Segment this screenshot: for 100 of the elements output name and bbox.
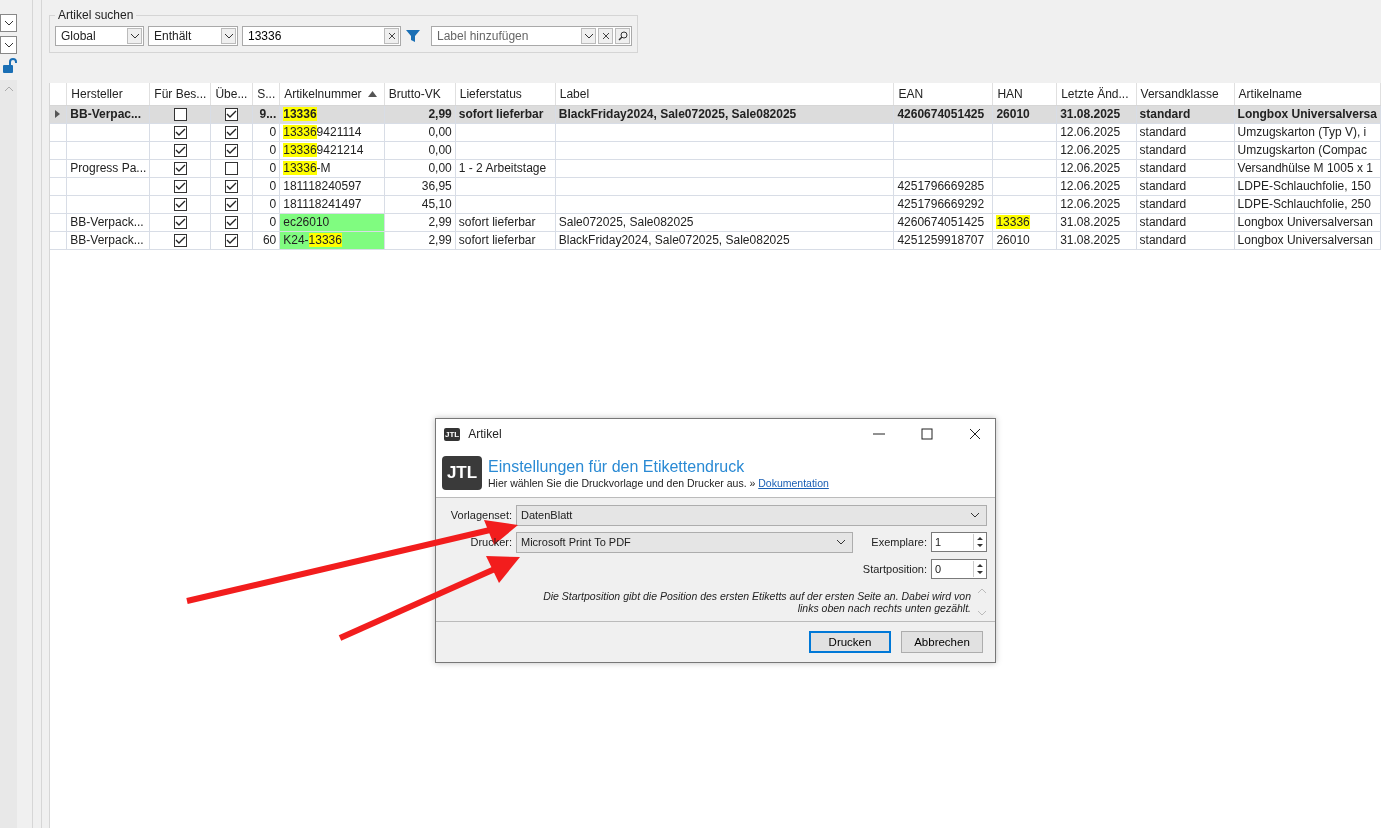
checkbox[interactable] [225, 108, 239, 122]
table-cell: sofort lieferbar [458, 107, 544, 121]
checkbox[interactable] [173, 216, 187, 230]
filter-icon[interactable] [405, 28, 421, 44]
checkbox[interactable] [225, 234, 239, 248]
column-header[interactable]: Brutto-VK [384, 83, 456, 106]
copies-spinbox[interactable]: 1 [931, 532, 987, 552]
table-cell: 1 - 2 Arbeitstage [458, 161, 547, 175]
table-cell: Longbox Universalversa [1237, 107, 1377, 121]
table-row[interactable]: BB-Verpac... 9... 13336 2,99 sofort lieferbar BlackFriday2024, Sale072025, Sale082025 4260674051425 26010 31.08.2025 standard Longbox Universalversa [50, 105, 1381, 124]
label-combo[interactable]: Label hinzufügen [431, 26, 632, 46]
table-cell: standard [1139, 179, 1187, 193]
chevron-down-icon [129, 33, 140, 39]
table-cell: 0 [269, 179, 277, 193]
column-header[interactable]: Übe... [210, 83, 253, 106]
column-header[interactable]: S... [252, 83, 280, 106]
table-cell: BB-Verpack... [70, 215, 144, 229]
table-cell: Versandhülse M 1005 x 1 [1237, 161, 1373, 175]
checkbox[interactable] [173, 126, 187, 140]
template-set-dropdown[interactable]: DatenBlatt [516, 504, 987, 526]
table-cell: standard [1139, 125, 1187, 139]
checkbox[interactable] [173, 162, 187, 176]
checkbox[interactable] [173, 234, 187, 248]
group-title: Artikel suchen [57, 8, 135, 22]
table-cell: 12.06.2025 [1060, 179, 1121, 193]
dialog-heading: Einstellungen für den Etikettendruck [488, 457, 746, 476]
table-row[interactable]: Progress Pa... 0 13336-M 0,00 1 - 2 Arbeitstage 12.06.2025 standard Versandhülse M 1005 x 1 [50, 159, 1381, 178]
table-row[interactable]: 0 181118241497 45,10 4251796669292 12.06.2025 standard LDPE-Schlauchfolie, 250 [50, 195, 1381, 214]
checkbox[interactable] [225, 162, 239, 176]
table-cell: 12.06.2025 [1060, 197, 1121, 211]
search-combo[interactable]: 13336 [242, 26, 401, 46]
field-label: Vorlagenset: [449, 509, 512, 521]
dialog-button[interactable]: Drucken [809, 631, 891, 653]
table-cell: standard [1139, 107, 1191, 121]
spin-arrows-icon[interactable] [973, 561, 986, 577]
column-header[interactable]: HAN [992, 83, 1057, 106]
chevron-down-icon [836, 539, 846, 545]
printer-dropdown[interactable]: Microsoft Print To PDF [516, 531, 853, 553]
checkbox[interactable] [225, 126, 239, 140]
table-cell: BlackFriday2024, Sale072025, Sale082025 [558, 107, 797, 121]
table-row[interactable]: 0 133369421114 0,00 12.06.2025 standard Umzugskarton (Typ V), i [50, 123, 1381, 142]
clear-icon [387, 32, 396, 40]
column-header[interactable]: Hersteller [66, 83, 150, 106]
column-header[interactable]: Artikelnummer [279, 83, 385, 106]
table-cell: Longbox Universalversan [1237, 233, 1373, 247]
field-label: Exemplare: [871, 536, 927, 548]
dropdown-button[interactable] [0, 36, 17, 54]
app-logo: JTL [444, 427, 461, 441]
dialog-button[interactable]: Abbrechen [901, 631, 983, 653]
close-icon[interactable] [969, 428, 981, 440]
app-logo: JTL [442, 456, 482, 490]
checkbox[interactable] [225, 198, 239, 212]
table-cell: Longbox Universalversan [1237, 215, 1373, 229]
table-cell: 45,10 [421, 197, 452, 211]
table-cell: 0,00 [428, 161, 452, 175]
table-cell: Progress Pa... [70, 161, 147, 175]
spin-arrows-icon[interactable] [973, 534, 986, 550]
checkbox[interactable] [173, 144, 187, 158]
table-cell: 13336 [283, 107, 317, 121]
hint-text: Die Startposition gibt die Position des ersten Etiketts auf der ersten Seite an. Dabei wird von links oben nach rechts unten gezählt. [542, 590, 971, 614]
scrollbar[interactable] [0, 80, 17, 828]
chevron-down-icon [970, 512, 980, 518]
start-position-spinbox[interactable]: 0 [931, 559, 987, 579]
checkbox[interactable] [225, 144, 239, 158]
checkbox[interactable] [225, 180, 239, 194]
table-cell: 2,99 [428, 215, 452, 229]
unlocked-padlock-icon[interactable] [2, 58, 18, 74]
column-header[interactable]: Versandklasse [1136, 83, 1235, 106]
search-field[interactable]: 13336 [248, 29, 383, 43]
table-cell: 4251259918707 [897, 233, 985, 247]
sort-ascending-icon [367, 91, 377, 97]
table-cell: 0 [269, 143, 277, 157]
table-row[interactable]: BB-Verpack... 60 K24-13336 2,99 sofort lieferbar BlackFriday2024, Sale072025, Sale082025 4251259918707 26010 31.08.2025 standard Longbox Universalversan [50, 231, 1381, 250]
checkbox[interactable] [173, 198, 187, 212]
table-cell: standard [1139, 161, 1187, 175]
column-header[interactable]: Artikelname [1234, 83, 1381, 106]
table-cell: 4260674051425 [897, 215, 985, 229]
dialog-subtitle: Hier wählen Sie die Druckvorlage und den Drucker aus. » [488, 476, 756, 489]
table-row[interactable]: 0 133369421214 0,00 12.06.2025 standard Umzugskarton (Compac [50, 141, 1381, 160]
scope-dropdown[interactable]: Global [55, 26, 144, 46]
column-header[interactable]: Für Bes... [149, 83, 211, 106]
column-header[interactable]: Letzte Änd... [1056, 83, 1137, 106]
column-header[interactable]: EAN [893, 83, 993, 106]
table-row[interactable]: BB-Verpack... 0 ec26010 2,99 sofort lieferbar Sale072025, Sale082025 4260674051425 13336 31.08.2025 standard Longbox Universalversan [50, 213, 1381, 232]
maximize-icon[interactable] [921, 428, 933, 440]
table-cell: 26010 [996, 107, 1030, 121]
dropdown-button[interactable] [0, 14, 17, 32]
checkbox[interactable] [173, 180, 187, 194]
table-cell: LDPE-Schlauchfolie, 150 [1237, 179, 1371, 193]
column-header[interactable]: Label [555, 83, 894, 106]
label-field[interactable]: Label hinzufügen [437, 29, 580, 43]
checkbox[interactable] [173, 108, 187, 122]
match-mode-dropdown[interactable]: Enthält [148, 26, 238, 46]
documentation-link[interactable]: Dokumentation [758, 476, 829, 489]
checkbox[interactable] [225, 216, 239, 230]
table-cell: 12.06.2025 [1060, 161, 1121, 175]
current-row-icon [55, 110, 60, 118]
table-cell: 12.06.2025 [1060, 143, 1121, 157]
table-row[interactable]: 0 181118240597 36,95 4251796669285 12.06.2025 standard LDPE-Schlauchfolie, 150 [50, 177, 1381, 196]
column-header[interactable]: Lieferstatus [455, 83, 556, 106]
